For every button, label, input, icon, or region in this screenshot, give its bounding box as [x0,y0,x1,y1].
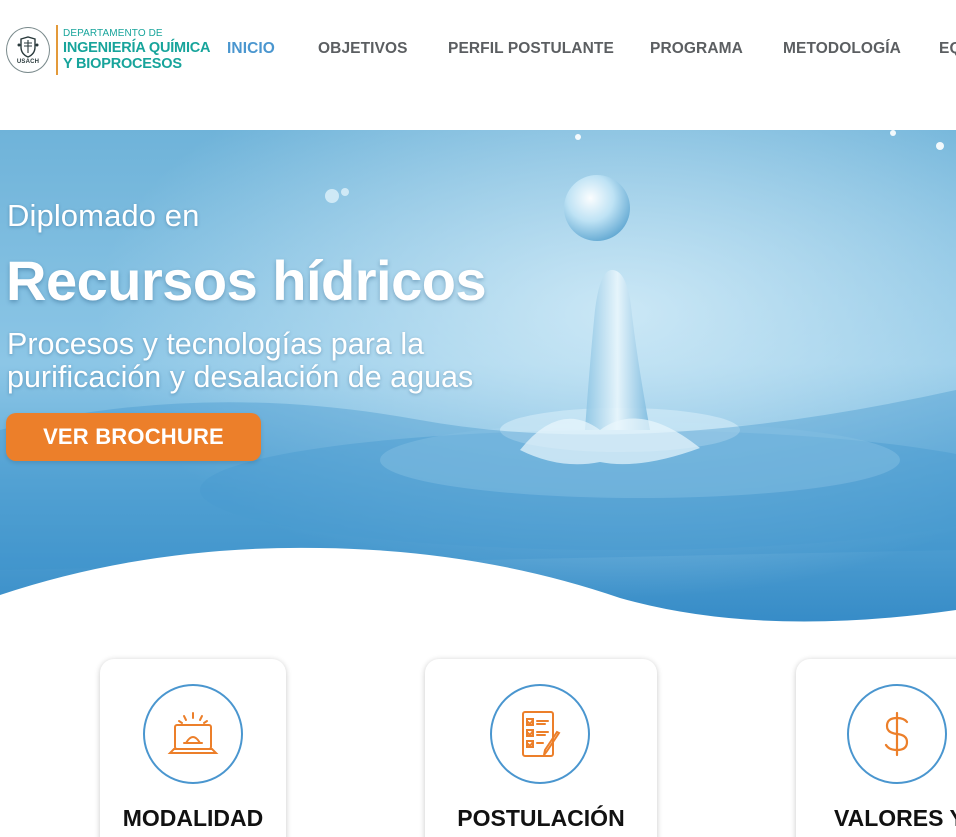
card-modalidad[interactable]: MODALIDAD [100,659,286,837]
seal-label: USACH [16,58,40,65]
hero-title: Recursos hídricos [6,249,487,312]
card-valores[interactable]: VALORES Y [796,659,956,837]
card-postulacion[interactable]: POSTULACIÓN [425,659,657,837]
card-title-postulacion: POSTULACIÓN [457,805,625,831]
hero-subtitle: Procesos y tecnologías para la purificac… [7,327,474,394]
logo-line-2: INGENIERÍA QUÍMICA [63,39,211,56]
logo-divider [56,25,58,75]
nav-item-metodologia[interactable]: METODOLOGÍA [783,40,901,58]
hero-pretitle: Diplomado en [7,198,200,233]
laptop-icon [143,684,243,784]
nav-item-equipo[interactable]: EQ [939,40,956,58]
nav-item-inicio[interactable]: INICIO [227,40,275,58]
logo-line-3: Y BIOPROCESOS [63,56,182,72]
department-logo[interactable]: USACH DEPARTAMENTO DE INGENIERÍA QUÍMICA… [6,25,211,75]
card-title-valores: VALORES Y [834,805,956,831]
logo-wordmark: DEPARTAMENTO DE INGENIERÍA QUÍMICA Y BIO… [63,27,211,72]
hero-banner: Diplomado en Recursos hídricos Procesos … [0,130,956,650]
usach-seal-icon: USACH [6,27,50,73]
card-title-modalidad: MODALIDAD [122,805,264,831]
nav-item-programa[interactable]: PROGRAMA [650,40,743,58]
checklist-icon [490,684,590,784]
nav-item-objetivos[interactable]: OBJETIVOS [318,40,408,58]
logo-line-1: DEPARTAMENTO DE [63,27,163,39]
nav-item-perfil-postulante[interactable]: PERFIL POSTULANTE [448,40,614,58]
site-header: USACH DEPARTAMENTO DE INGENIERÍA QUÍMICA… [0,0,956,100]
brochure-button[interactable]: VER BROCHURE [6,413,261,461]
dollar-icon [847,684,947,784]
